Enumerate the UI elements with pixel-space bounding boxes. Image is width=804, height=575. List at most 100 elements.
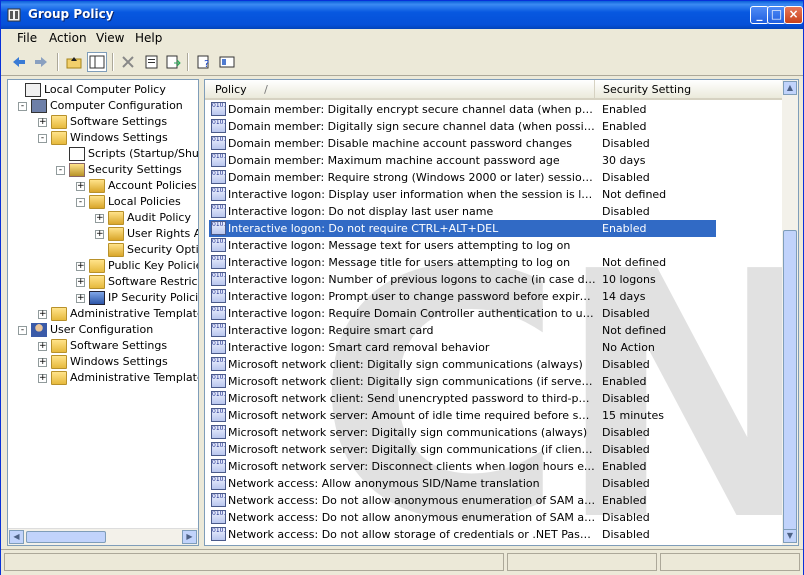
policy-row[interactable]: 0101 Interactive logon: Prompt user to ch… [209, 288, 716, 305]
policy-row[interactable]: 0101 Domain member: Disable machine accou… [209, 135, 716, 152]
expand-icon[interactable]: + [76, 262, 85, 271]
tree-item[interactable]: - User Configuration [8, 322, 198, 338]
policy-row[interactable]: 0101 Interactive logon: Message text for … [209, 237, 716, 254]
expand-icon[interactable]: + [76, 294, 85, 303]
policy-row[interactable]: 0101 Domain member: Maximum machine accou… [209, 152, 716, 169]
tree-item[interactable]: + User Rights Assignment [8, 226, 198, 242]
tree-item[interactable]: + IP Security Policies on Local Computer [8, 290, 198, 306]
expand-icon[interactable]: + [95, 214, 104, 223]
policy-row[interactable]: 0101 Microsoft network client: Digitally … [209, 373, 716, 390]
policy-row[interactable]: 0101 Domain member: Digitally encrypt sec… [209, 101, 716, 118]
policy-row[interactable]: 0101 Domain member: Digitally sign secure… [209, 118, 716, 135]
expand-icon[interactable]: + [38, 342, 47, 351]
policy-row-selected[interactable]: 0101 Interactive logon: Do not require CT… [209, 220, 716, 237]
menu-action[interactable]: Action [49, 31, 87, 45]
column-header-policy-label: Policy [215, 83, 247, 96]
policy-name: Microsoft network server: Digitally sign… [228, 443, 596, 456]
column-header-policy[interactable]: Policy / [205, 80, 595, 100]
policy-row[interactable]: 0101 Microsoft network client: Send unenc… [209, 390, 716, 407]
collapse-icon[interactable]: - [18, 102, 27, 111]
scroll-down-icon[interactable]: ▼ [783, 529, 797, 543]
policy-row[interactable]: 0101 Microsoft network client: Digitally … [209, 356, 716, 373]
policy-row[interactable]: 0101 Microsoft network server: Disconnect… [209, 458, 716, 475]
tree-item[interactable]: + Software Settings [8, 114, 198, 130]
policy-security-setting: Disabled [602, 477, 650, 490]
status-cell-2 [507, 553, 657, 571]
close-button[interactable]: × [784, 6, 803, 24]
menu-view[interactable]: View [96, 31, 124, 45]
console-icon [219, 56, 235, 68]
tree-item[interactable]: + Windows Settings [8, 354, 198, 370]
delete-button[interactable] [118, 52, 138, 72]
policy-row[interactable]: 0101 Interactive logon: Display user info… [209, 186, 716, 203]
tree-item[interactable]: + Public Key Policies [8, 258, 198, 274]
policy-security-setting: Not defined [602, 324, 667, 337]
scroll-left-icon[interactable]: ◀ [9, 530, 24, 544]
policy-row[interactable]: 0101 Domain member: Require strong (Windo… [209, 169, 716, 186]
tree-item[interactable]: Security Options [8, 242, 198, 258]
menu-file[interactable]: File [17, 31, 37, 45]
forward-button[interactable] [31, 52, 51, 72]
policy-row[interactable]: 0101 Interactive logon: Message title for… [209, 254, 716, 271]
policy-row[interactable]: 0101 Microsoft network server: Digitally … [209, 424, 716, 441]
tree-item[interactable]: Scripts (Startup/Shutdown) [8, 146, 198, 162]
policy-row[interactable]: 0101 Interactive logon: Require Domain Co… [209, 305, 716, 322]
policy-row[interactable]: 0101 Network access: Allow anonymous SID/… [209, 475, 716, 492]
expand-icon[interactable]: + [38, 310, 47, 319]
policy-row[interactable]: 0101 Interactive logon: Do not display la… [209, 203, 716, 220]
policy-setting-icon: 0101 [211, 306, 226, 320]
help-button[interactable]: ? [194, 52, 214, 72]
policy-row[interactable]: 0101 Microsoft network server: Digitally … [209, 441, 716, 458]
policy-name: Microsoft network server: Digitally sign… [228, 426, 588, 439]
show-hide-tree-button[interactable] [87, 52, 107, 72]
tree-item[interactable]: + Audit Policy [8, 210, 198, 226]
tree-item[interactable]: + Software Restriction Policies [8, 274, 198, 290]
expand-icon[interactable]: + [38, 358, 47, 367]
policy-row[interactable]: 0101 Network access: Do not allow storage… [209, 526, 716, 543]
scroll-up-icon[interactable]: ▲ [783, 81, 797, 95]
list-vertical-scrollbar[interactable]: ▲ ▼ [782, 80, 798, 545]
tree-item-label: IP Security Policies on Local Computer [108, 291, 199, 304]
properties-button[interactable] [141, 52, 161, 72]
export-list-button[interactable] [163, 52, 183, 72]
policy-row[interactable]: 0101 Interactive logon: Smart card remova… [209, 339, 716, 356]
tree-item[interactable]: - Security Settings [8, 162, 198, 178]
tree-item[interactable]: - Computer Configuration [8, 98, 198, 114]
console-tree[interactable]: Local Computer Policy - Computer Configura… [7, 79, 199, 546]
expand-icon[interactable]: + [76, 182, 85, 191]
tree-item[interactable]: - Windows Settings [8, 130, 198, 146]
expand-icon[interactable]: + [38, 374, 47, 383]
expand-icon[interactable]: + [95, 230, 104, 239]
tree-item[interactable]: + Administrative Templates [8, 370, 198, 386]
tree-scroll-thumb[interactable] [26, 531, 106, 543]
title-bar[interactable]: Group Policy _ □ × [1, 1, 803, 29]
policy-row[interactable]: 0101 Microsoft network server: Amount of … [209, 407, 716, 424]
collapse-icon[interactable]: - [76, 198, 85, 207]
column-header-security-setting[interactable]: Security Setting [595, 80, 783, 100]
scroll-right-icon[interactable]: ▶ [182, 530, 197, 544]
tree-item[interactable]: - Local Policies [8, 194, 198, 210]
back-button[interactable] [9, 52, 29, 72]
tree-item[interactable]: Local Computer Policy [8, 82, 198, 98]
console-button[interactable] [217, 52, 237, 72]
tree-item[interactable]: + Software Settings [8, 338, 198, 354]
list-scroll-thumb[interactable] [783, 230, 797, 540]
policy-row[interactable]: 0101 Interactive logon: Number of previou… [209, 271, 716, 288]
policy-security-setting: 15 minutes [602, 409, 665, 422]
tree-item-label: Security Settings [88, 163, 182, 176]
policy-setting-icon: 0101 [211, 204, 226, 218]
tree-item[interactable]: + Account Policies [8, 178, 198, 194]
policy-list-pane[interactable]: CNS Policy / Security Setting 0101Domain… [204, 79, 799, 546]
expand-icon[interactable]: + [38, 118, 47, 127]
expand-icon[interactable]: + [76, 278, 85, 287]
tree-horizontal-scrollbar[interactable]: ◀ ▶ [8, 528, 198, 545]
collapse-icon[interactable]: - [56, 166, 65, 175]
policy-row[interactable]: 0101 Network access: Do not allow anonymo… [209, 509, 716, 526]
up-one-level-button[interactable] [64, 52, 84, 72]
tree-item[interactable]: + Administrative Templates [8, 306, 198, 322]
policy-row[interactable]: 0101 Network access: Do not allow anonymo… [209, 492, 716, 509]
policy-row[interactable]: 0101 Interactive logon: Require smart car… [209, 322, 716, 339]
collapse-icon[interactable]: - [38, 134, 47, 143]
collapse-icon[interactable]: - [18, 326, 27, 335]
menu-help[interactable]: Help [135, 31, 162, 45]
